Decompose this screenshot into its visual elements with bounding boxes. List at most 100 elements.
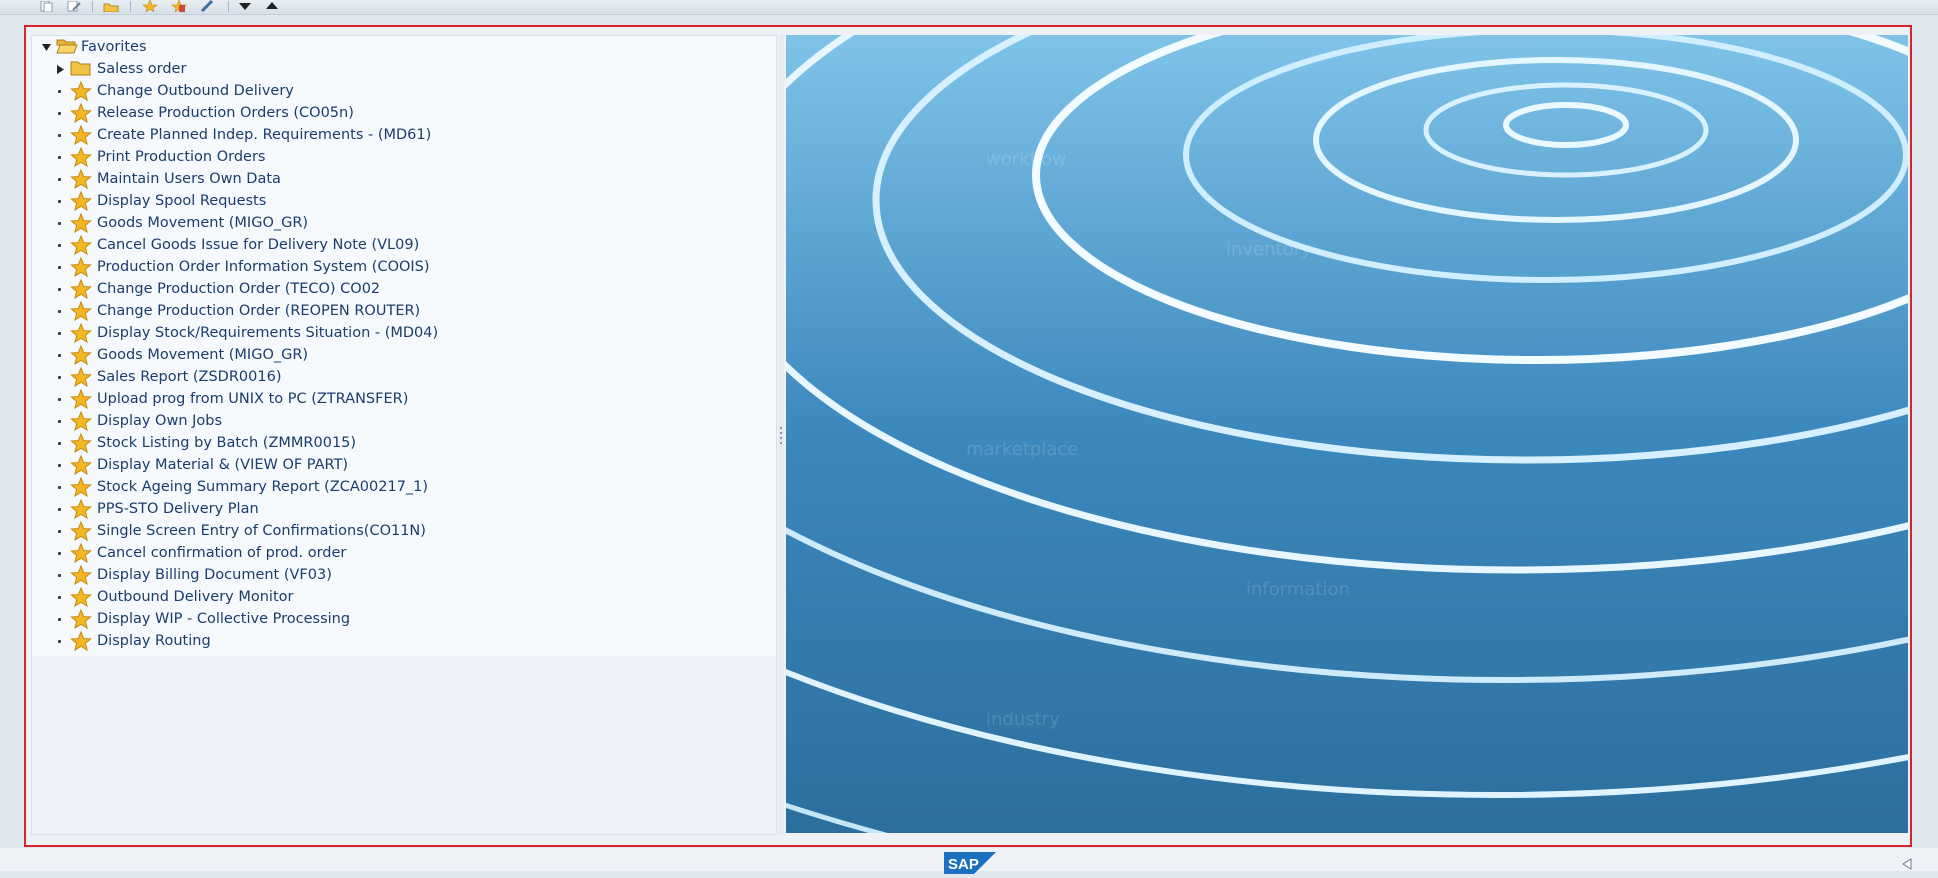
tree-item[interactable]: Maintain Users Own Data xyxy=(32,168,776,190)
star-icon xyxy=(69,146,93,168)
tree-item[interactable]: Change Outbound Delivery xyxy=(32,80,776,102)
tree-item-label: Print Production Orders xyxy=(97,149,266,165)
tree-item-label: Create Planned Indep. Requirements - (MD… xyxy=(97,127,432,143)
tree-item-label: Outbound Delivery Monitor xyxy=(97,589,294,605)
collapse-icon[interactable] xyxy=(41,42,51,52)
expand-icon[interactable] xyxy=(55,64,65,74)
tree-dot xyxy=(58,376,61,379)
tree-item-label: Goods Movement (MIGO_GR) xyxy=(97,215,309,231)
star-icon xyxy=(69,212,93,234)
star-icon xyxy=(69,102,93,124)
star-icon xyxy=(69,168,93,190)
move-down-icon[interactable] xyxy=(237,0,253,12)
tree-item-label: Saless order xyxy=(97,61,187,77)
star-icon xyxy=(69,432,93,454)
delete-favorite-icon[interactable] xyxy=(171,0,187,12)
tree-item-label: Sales Report (ZSDR0016) xyxy=(97,369,282,385)
star-icon xyxy=(69,366,93,388)
tree-item[interactable]: Display Routing xyxy=(32,630,776,652)
tree-item[interactable]: Saless order xyxy=(32,58,776,80)
star-icon xyxy=(69,388,93,410)
tree-item-label: Maintain Users Own Data xyxy=(97,171,281,187)
add-favorite-icon[interactable] xyxy=(142,0,158,12)
tree-item[interactable]: Print Production Orders xyxy=(32,146,776,168)
splash-image: workflow inventory marketplace informati… xyxy=(786,35,1908,833)
tree-item[interactable]: Display Own Jobs xyxy=(32,410,776,432)
move-up-icon[interactable] xyxy=(264,0,280,12)
tree-item[interactable]: Change Production Order (TECO) CO02 xyxy=(32,278,776,300)
copy-icon[interactable] xyxy=(38,0,54,12)
star-icon xyxy=(69,322,93,344)
tree-item[interactable]: Display WIP - Collective Processing xyxy=(32,608,776,630)
tree-dot xyxy=(58,222,61,225)
tree-item[interactable]: Stock Ageing Summary Report (ZCA00217_1) xyxy=(32,476,776,498)
star-icon xyxy=(69,410,93,432)
tree-item-label: Change Outbound Delivery xyxy=(97,83,294,99)
status-bar-toggle-icon[interactable] xyxy=(1902,855,1912,874)
star-icon xyxy=(69,124,93,146)
tree-item[interactable]: Goods Movement (MIGO_GR) xyxy=(32,344,776,366)
tree-dot xyxy=(58,90,61,93)
tree-dot xyxy=(58,398,61,401)
tree-dot xyxy=(58,486,61,489)
tree-item-label: Goods Movement (MIGO_GR) xyxy=(97,347,309,363)
star-icon xyxy=(69,476,93,498)
tree-dot xyxy=(58,156,61,159)
splitter-grip xyxy=(780,437,782,439)
tree-item[interactable]: Single Screen Entry of Confirmations(CO1… xyxy=(32,520,776,542)
tree-item[interactable]: Upload prog from UNIX to PC (ZTRANSFER) xyxy=(32,388,776,410)
svg-text:inventory: inventory xyxy=(1226,239,1312,260)
star-icon xyxy=(69,256,93,278)
tree-item[interactable]: Cancel confirmation of prod. order xyxy=(32,542,776,564)
water-ripple-image: workflow inventory marketplace informati… xyxy=(786,35,1908,833)
tree-item-label: Display Stock/Requirements Situation - (… xyxy=(97,325,439,341)
tree-item-label: Stock Listing by Batch (ZMMR0015) xyxy=(97,435,357,451)
tree-item[interactable]: Release Production Orders (CO05n) xyxy=(32,102,776,124)
open-folder-icon xyxy=(56,37,78,57)
tree-item[interactable]: PPS-STO Delivery Plan xyxy=(32,498,776,520)
tree-item[interactable]: Production Order Information System (COO… xyxy=(32,256,776,278)
tree-item[interactable]: Display Billing Document (VF03) xyxy=(32,564,776,586)
svg-text:marketplace: marketplace xyxy=(966,439,1078,460)
tree-dot xyxy=(58,112,61,115)
svg-text:workflow: workflow xyxy=(986,149,1067,170)
tree-dot xyxy=(58,464,61,467)
tree-dot xyxy=(58,266,61,269)
tree-dot xyxy=(58,310,61,313)
folder-icon[interactable] xyxy=(103,0,119,12)
tree-item[interactable]: Outbound Delivery Monitor xyxy=(32,586,776,608)
tree-item-label: Display WIP - Collective Processing xyxy=(97,611,351,627)
tree-item-label: Cancel confirmation of prod. order xyxy=(97,545,347,561)
edit-icon[interactable] xyxy=(66,0,82,12)
star-icon xyxy=(69,454,93,476)
star-icon xyxy=(69,498,93,520)
tree-item[interactable]: Change Production Order (REOPEN ROUTER) xyxy=(32,300,776,322)
tree-root-favorites[interactable]: Favorites xyxy=(32,36,776,58)
star-icon xyxy=(69,278,93,300)
tree-item[interactable]: Sales Report (ZSDR0016) xyxy=(32,366,776,388)
tree-item-label: Change Production Order (TECO) CO02 xyxy=(97,281,381,297)
tree-dot xyxy=(58,134,61,137)
tree-item[interactable]: Display Spool Requests xyxy=(32,190,776,212)
tree-dot xyxy=(58,354,61,357)
tree-dot xyxy=(58,640,61,643)
tree-item[interactable]: Goods Movement (MIGO_GR) xyxy=(32,212,776,234)
star-icon xyxy=(69,608,93,630)
tree-dot xyxy=(58,288,61,291)
tree-dot xyxy=(58,200,61,203)
tree-dot xyxy=(58,574,61,577)
tree-item[interactable]: Stock Listing by Batch (ZMMR0015) xyxy=(32,432,776,454)
tree-dot xyxy=(58,530,61,533)
pencil-icon[interactable] xyxy=(199,0,215,12)
tree-item-label: Display Material & (VIEW OF PART) xyxy=(97,457,349,473)
tree-item[interactable]: Create Planned Indep. Requirements - (MD… xyxy=(32,124,776,146)
tree-item[interactable]: Display Stock/Requirements Situation - (… xyxy=(32,322,776,344)
star-icon xyxy=(69,520,93,542)
tree-item[interactable]: Display Material & (VIEW OF PART) xyxy=(32,454,776,476)
star-icon xyxy=(69,564,93,586)
tree-dot xyxy=(58,508,61,511)
tree-item-label: Display Billing Document (VF03) xyxy=(97,567,332,583)
pane-splitter[interactable] xyxy=(778,35,784,835)
tree-item[interactable]: Cancel Goods Issue for Delivery Note (VL… xyxy=(32,234,776,256)
tree-dot xyxy=(58,618,61,621)
